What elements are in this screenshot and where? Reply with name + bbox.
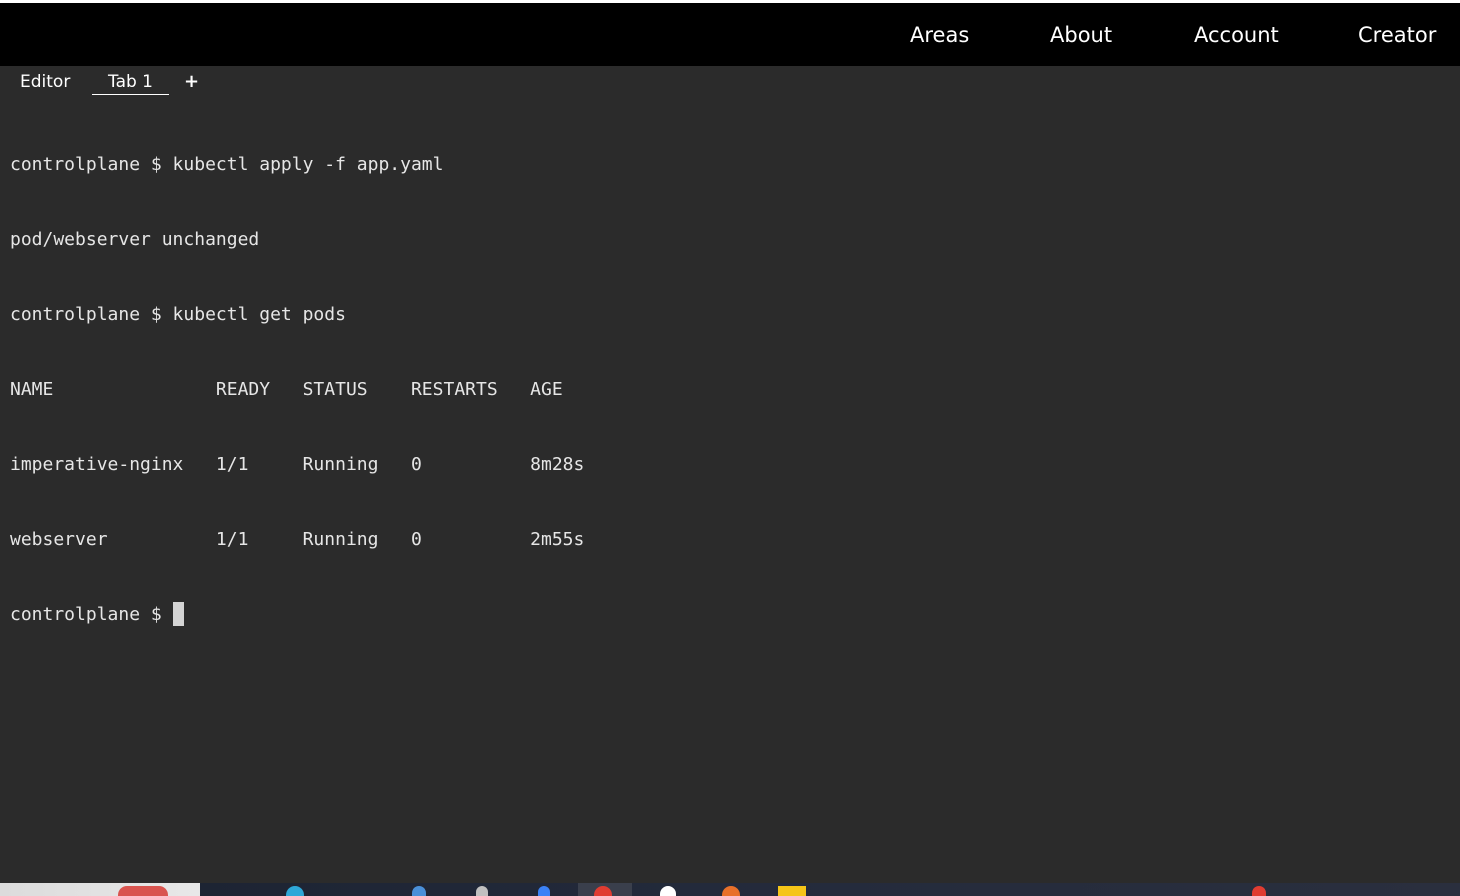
taskbar-app-icon[interactable] bbox=[412, 886, 426, 896]
nav-link-account[interactable]: Account bbox=[1194, 21, 1279, 49]
terminal-line: imperative-nginx 1/1 Running 0 8m28s bbox=[10, 454, 585, 475]
taskbar-app-icon[interactable] bbox=[778, 886, 806, 896]
terminal-output[interactable]: controlplane $ kubectl apply -f app.yaml… bbox=[10, 102, 1450, 677]
terminal-line: NAME READY STATUS RESTARTS AGE bbox=[10, 379, 563, 400]
nav-link-areas[interactable]: Areas bbox=[910, 21, 969, 49]
tab-editor[interactable]: Editor bbox=[20, 70, 70, 94]
top-navbar: Areas About Account Creator bbox=[0, 3, 1460, 66]
taskbar-tray-icon[interactable] bbox=[1252, 886, 1266, 896]
terminal-tab-bar: Editor Tab 1 + bbox=[0, 66, 1460, 98]
terminal-line: controlplane $ kubectl apply -f app.yaml bbox=[10, 154, 444, 175]
terminal-line: pod/webserver unchanged bbox=[10, 229, 260, 250]
taskbar-app-icon[interactable] bbox=[118, 886, 168, 896]
add-tab-icon[interactable]: + bbox=[184, 70, 199, 94]
terminal-panel[interactable]: Editor Tab 1 + controlplane $ kubectl ap… bbox=[0, 66, 1460, 883]
terminal-cursor bbox=[172, 602, 184, 626]
app-window: Areas About Account Creator Editor Tab 1… bbox=[0, 0, 1460, 896]
taskbar-app-icon[interactable] bbox=[286, 886, 304, 896]
terminal-prompt: controlplane $ bbox=[10, 604, 173, 625]
taskbar-app-icon[interactable] bbox=[722, 886, 740, 896]
tab-1[interactable]: Tab 1 bbox=[92, 70, 169, 95]
os-taskbar bbox=[0, 883, 1460, 896]
taskbar-app-icon[interactable] bbox=[538, 886, 550, 896]
terminal-line: controlplane $ kubectl get pods bbox=[10, 304, 346, 325]
nav-link-about[interactable]: About bbox=[1050, 21, 1112, 49]
nav-link-creator[interactable]: Creator bbox=[1358, 21, 1436, 49]
taskbar-app-icon[interactable] bbox=[476, 886, 488, 896]
terminal-line: webserver 1/1 Running 0 2m55s bbox=[10, 529, 585, 550]
taskbar-app-icon[interactable] bbox=[660, 886, 676, 896]
terminal-prompt-line[interactable]: controlplane $ bbox=[10, 602, 1450, 627]
